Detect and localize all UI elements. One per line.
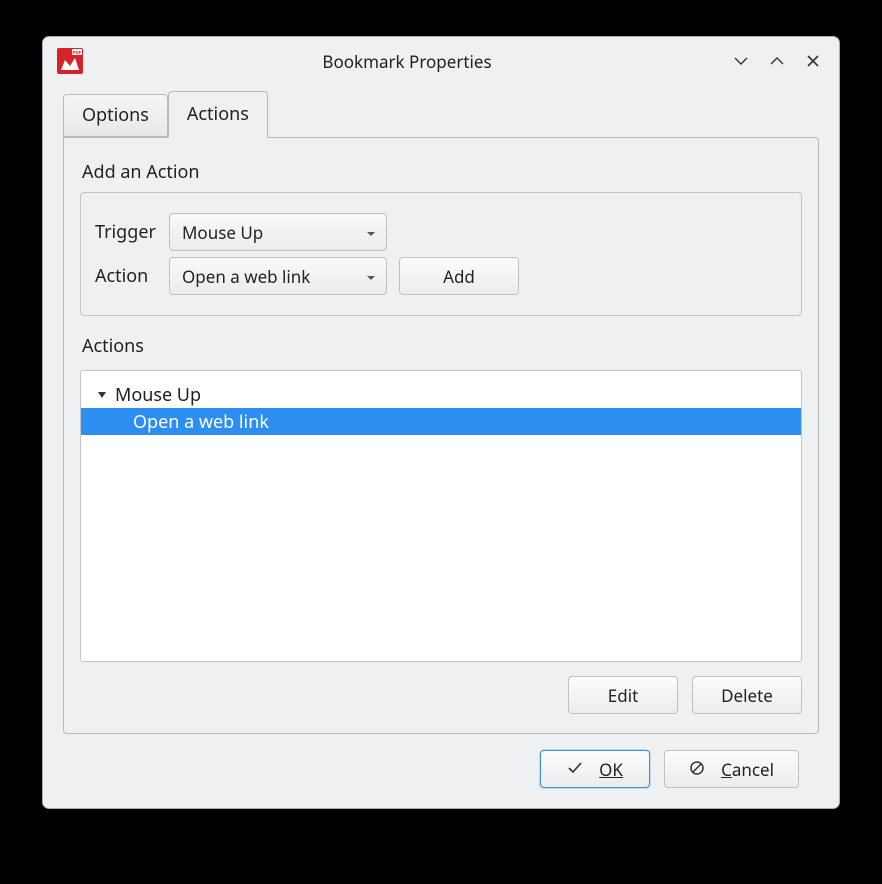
chevron-down-icon bbox=[366, 265, 376, 288]
tree-child-row[interactable]: Open a web link bbox=[81, 408, 801, 435]
tab-panel-actions: Add an Action Trigger Mouse Up Action Op… bbox=[63, 137, 819, 734]
actions-list[interactable]: Mouse Up Open a web link bbox=[80, 370, 802, 662]
chevron-down-icon bbox=[366, 221, 376, 244]
disclosure-triangle-icon[interactable] bbox=[95, 390, 109, 400]
trigger-row: Trigger Mouse Up bbox=[95, 213, 787, 251]
add-action-frame: Trigger Mouse Up Action Open a web link bbox=[80, 192, 802, 316]
tree-child-label: Open a web link bbox=[133, 410, 269, 434]
add-action-heading: Add an Action bbox=[82, 160, 802, 184]
titlebar: PDF Bookmark Properties bbox=[43, 37, 839, 85]
add-button[interactable]: Add bbox=[399, 257, 519, 295]
action-combobox[interactable]: Open a web link bbox=[169, 257, 387, 295]
delete-button[interactable]: Delete bbox=[692, 676, 802, 714]
svg-text:PDF: PDF bbox=[73, 50, 82, 55]
action-value: Open a web link bbox=[182, 265, 310, 288]
actions-list-footer: Edit Delete bbox=[80, 676, 802, 714]
tab-strip: Options Actions bbox=[63, 91, 819, 137]
trigger-value: Mouse Up bbox=[182, 221, 263, 244]
trigger-combobox[interactable]: Mouse Up bbox=[169, 213, 387, 251]
tab-options[interactable]: Options bbox=[63, 94, 168, 137]
check-icon bbox=[567, 758, 591, 781]
action-row: Action Open a web link Add bbox=[95, 257, 787, 295]
close-button[interactable] bbox=[803, 51, 823, 71]
actions-heading: Actions bbox=[82, 334, 802, 358]
minimize-button[interactable] bbox=[731, 51, 751, 71]
actions-list-inner: Mouse Up Open a web link bbox=[81, 371, 801, 661]
dialog-window: PDF Bookmark Properties Options Actions … bbox=[42, 36, 840, 809]
app-icon: PDF bbox=[57, 48, 83, 74]
ok-button[interactable]: OK bbox=[540, 750, 650, 788]
window-title: Bookmark Properties bbox=[83, 50, 731, 73]
dialog-footer: OK Cancel bbox=[63, 734, 819, 788]
tab-actions[interactable]: Actions bbox=[168, 91, 268, 138]
action-label: Action bbox=[95, 264, 157, 288]
cancel-button[interactable]: Cancel bbox=[664, 750, 799, 788]
ok-label: OK bbox=[599, 758, 623, 781]
tree-parent-label: Mouse Up bbox=[115, 383, 201, 407]
tree-parent-row[interactable]: Mouse Up bbox=[81, 381, 801, 408]
cancel-icon bbox=[689, 758, 713, 781]
titlebar-controls bbox=[731, 51, 829, 71]
dialog-body: Options Actions Add an Action Trigger Mo… bbox=[43, 85, 839, 808]
trigger-label: Trigger bbox=[95, 220, 157, 244]
cancel-label: Cancel bbox=[721, 758, 774, 781]
maximize-button[interactable] bbox=[767, 51, 787, 71]
edit-button[interactable]: Edit bbox=[568, 676, 678, 714]
